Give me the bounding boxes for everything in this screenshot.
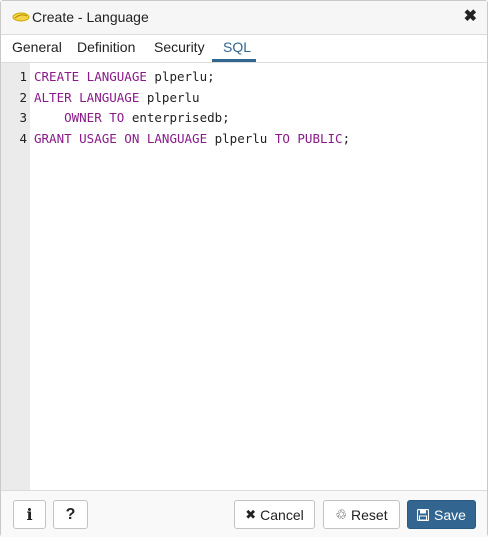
reset-label: Reset — [351, 506, 388, 523]
code-line[interactable]: GRANT USAGE ON LANGUAGE plperlu TO PUBLI… — [34, 131, 350, 146]
save-button[interactable]: Save — [407, 500, 476, 529]
dialog-footer: i ? ✖ Cancel ♲ Reset Save — [1, 490, 487, 537]
save-label: Save — [434, 506, 466, 523]
sql-text: plperlu — [139, 89, 200, 105]
info-button[interactable]: i — [13, 500, 46, 529]
create-language-dialog: Create - Language ✖ General Definition S… — [0, 0, 488, 537]
line-number: 4 — [19, 130, 27, 146]
tab-general[interactable]: General — [12, 39, 62, 61]
sql-keyword: TO PUBLIC — [274, 130, 343, 146]
code-line[interactable]: CREATE LANGUAGE plperlu; — [34, 69, 215, 84]
dialog-title: Create - Language — [32, 9, 149, 25]
tab-bar: General Definition Security SQL — [1, 35, 487, 63]
cancel-label: Cancel — [260, 506, 304, 523]
close-icon[interactable]: ✖ — [464, 7, 477, 27]
code-line[interactable]: ALTER LANGUAGE plperlu — [34, 90, 200, 105]
active-tab-indicator — [212, 59, 256, 62]
help-icon: ? — [65, 505, 76, 523]
recycle-icon: ♲ — [335, 506, 348, 522]
reset-button[interactable]: ♲ Reset — [323, 500, 400, 529]
sql-keyword: CREATE LANGUAGE — [34, 69, 147, 84]
line-number: 1 — [19, 69, 27, 84]
tab-definition[interactable]: Definition — [77, 39, 135, 61]
sql-text: plperlu; — [146, 69, 215, 84]
sql-text: enterprisedb; — [124, 110, 230, 125]
floppy-disk-icon — [417, 508, 430, 521]
line-number-gutter — [1, 63, 30, 490]
tab-sql[interactable]: SQL — [223, 39, 251, 61]
sql-editor[interactable]: 1 CREATE LANGUAGE plperlu; 2 ALTER LANGUAGE… — [1, 63, 487, 490]
cancel-button[interactable]: ✖ Cancel — [234, 500, 315, 529]
info-icon: i — [26, 505, 33, 524]
sql-keyword: ALTER LANGUAGE — [34, 89, 140, 105]
tab-security[interactable]: Security — [154, 39, 205, 61]
sql-text: plperlu — [207, 130, 275, 146]
line-number: 3 — [19, 110, 27, 125]
sql-text: ; — [342, 130, 351, 146]
line-number: 2 — [19, 89, 27, 105]
sql-keyword: OWNER TO — [64, 110, 125, 125]
help-button[interactable]: ? — [53, 500, 88, 529]
sql-keyword: GRANT USAGE ON LANGUAGE — [34, 130, 208, 146]
close-icon: ✖ — [245, 506, 257, 522]
language-icon — [12, 12, 30, 22]
dialog-titlebar[interactable]: Create - Language ✖ — [1, 1, 487, 35]
code-line[interactable]: OWNER TO enterprisedb; — [34, 110, 230, 125]
